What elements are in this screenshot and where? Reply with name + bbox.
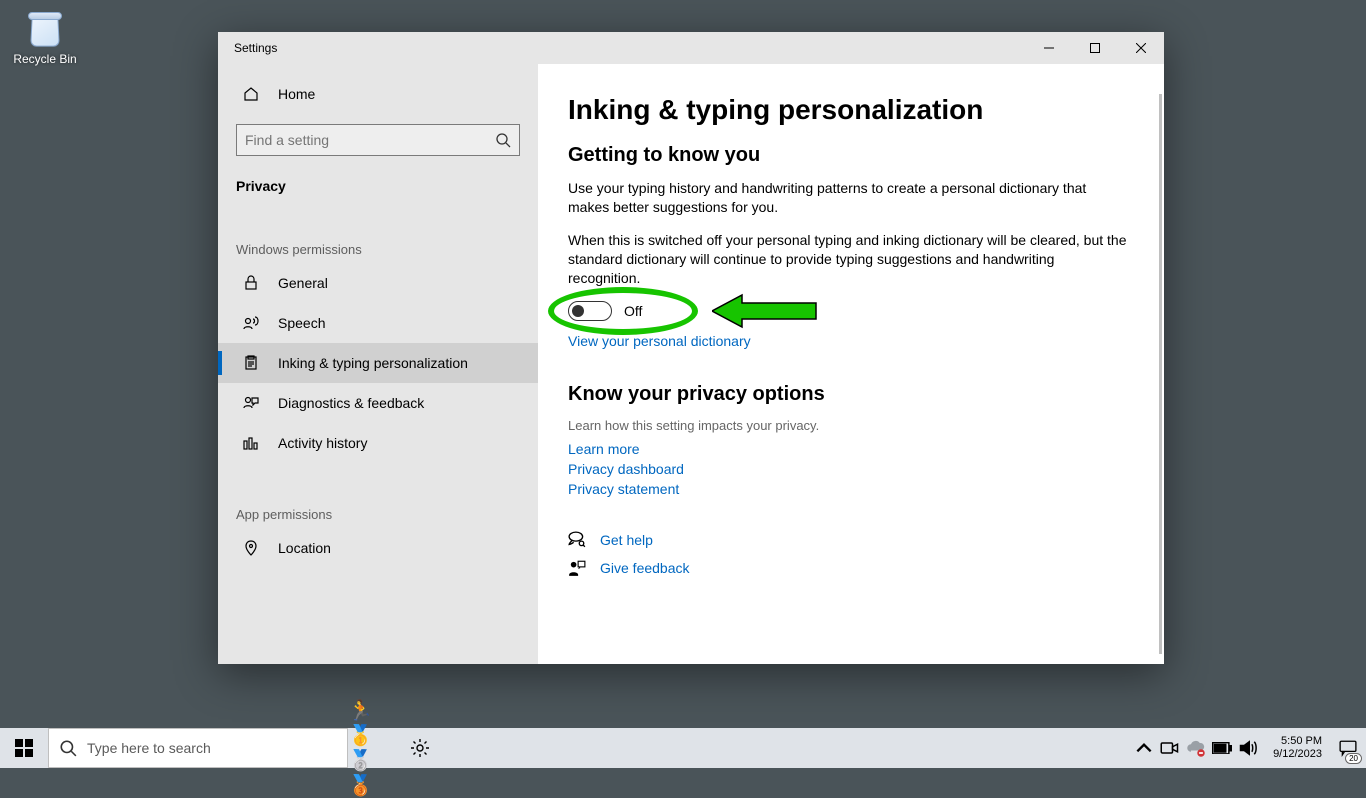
learn-more-link[interactable]: Learn more (568, 441, 1134, 457)
privacy-statement-link[interactable]: Privacy statement (568, 481, 1134, 497)
sidebar-item-label: Activity history (278, 435, 367, 451)
sidebar-item-speech[interactable]: Speech (218, 303, 538, 343)
sidebar-item-label: Diagnostics & feedback (278, 395, 424, 411)
clock-time: 5:50 PM (1273, 735, 1322, 748)
window-title: Settings (218, 41, 277, 55)
search-icon (495, 132, 511, 148)
sidebar-group-windows-permissions: Windows permissions (218, 224, 538, 263)
section-paragraph: When this is switched off your personal … (568, 231, 1128, 288)
section-description: Learn how this setting impacts your priv… (568, 418, 1134, 433)
tray-meet-now-icon[interactable] (1160, 738, 1180, 758)
taskbar-app-settings[interactable] (396, 728, 444, 768)
taskbar-search[interactable]: Type here to search (48, 728, 348, 768)
windows-logo-icon (15, 739, 33, 757)
titlebar[interactable]: Settings (218, 32, 1164, 64)
tray-volume-icon[interactable] (1238, 738, 1258, 758)
sidebar-category: Privacy (218, 166, 538, 198)
taskbar: Type here to search 🏃🥇🥈🥉 5:50 PM 9/12/20… (0, 728, 1366, 768)
get-help-row[interactable]: Get help (568, 531, 1134, 549)
toggle-state-label: Off (624, 303, 642, 319)
location-icon (242, 539, 260, 557)
sidebar-home[interactable]: Home (218, 74, 538, 114)
tray-battery-icon[interactable] (1212, 738, 1232, 758)
sidebar-item-activity-history[interactable]: Activity history (218, 423, 538, 463)
recycle-bin-icon (25, 8, 65, 48)
sidebar-item-label: Speech (278, 315, 325, 331)
settings-window: Settings Home Privac (218, 32, 1164, 664)
speech-icon (242, 314, 260, 332)
close-button[interactable] (1118, 32, 1164, 64)
action-center-button[interactable]: 20 (1330, 728, 1366, 768)
search-icon (59, 739, 77, 757)
sidebar-group-app-permissions: App permissions (218, 489, 538, 528)
sidebar-item-inking-typing[interactable]: Inking & typing personalization (218, 343, 538, 383)
feedback-icon (242, 394, 260, 412)
sidebar-item-general[interactable]: General (218, 263, 538, 303)
toggle-knob (572, 305, 584, 317)
sidebar-item-diagnostics[interactable]: Diagnostics & feedback (218, 383, 538, 423)
settings-sidebar: Home Privacy Windows permissions General (218, 64, 538, 664)
sidebar-search[interactable] (236, 124, 520, 156)
clipboard-icon (242, 354, 260, 372)
taskbar-clock[interactable]: 5:50 PM 9/12/2023 (1265, 728, 1330, 768)
tray-onedrive-icon[interactable] (1186, 738, 1206, 758)
start-button[interactable] (0, 728, 48, 768)
page-title: Inking & typing personalization (568, 94, 1134, 126)
sidebar-search-input[interactable] (245, 132, 495, 148)
settings-content: Inking & typing personalization Getting … (538, 64, 1164, 664)
tray-chevron-icon[interactable] (1134, 738, 1154, 758)
sidebar-item-label: Location (278, 540, 331, 556)
section-heading-privacy-options: Know your privacy options (568, 383, 1134, 406)
recycle-bin-label: Recycle Bin (8, 52, 82, 66)
taskbar-search-placeholder: Type here to search (87, 740, 211, 756)
view-personal-dictionary-link[interactable]: View your personal dictionary (568, 333, 1134, 349)
sidebar-item-label: Inking & typing personalization (278, 355, 468, 371)
system-tray[interactable] (1127, 728, 1265, 768)
lock-icon (242, 274, 260, 292)
section-heading-getting-to-know-you: Getting to know you (568, 144, 1134, 167)
scrollbar[interactable] (1159, 94, 1162, 654)
gear-icon (410, 738, 430, 758)
minimize-button[interactable] (1026, 32, 1072, 64)
personalization-toggle[interactable] (568, 301, 612, 321)
give-feedback-link[interactable]: Give feedback (600, 560, 690, 576)
privacy-dashboard-link[interactable]: Privacy dashboard (568, 461, 1134, 477)
section-paragraph: Use your typing history and handwriting … (568, 179, 1128, 217)
feedback-person-icon (568, 559, 586, 577)
search-highlight-icon[interactable]: 🏃🥇🥈🥉 (348, 728, 396, 768)
maximize-button[interactable] (1072, 32, 1118, 64)
sidebar-item-location[interactable]: Location (218, 528, 538, 568)
get-help-link[interactable]: Get help (600, 532, 653, 548)
activity-icon (242, 434, 260, 452)
give-feedback-row[interactable]: Give feedback (568, 559, 1134, 577)
sidebar-item-label: General (278, 275, 328, 291)
notification-count-badge: 20 (1345, 753, 1362, 764)
clock-date: 9/12/2023 (1273, 748, 1322, 761)
annotation-arrow (712, 293, 822, 329)
sidebar-home-label: Home (278, 86, 315, 102)
help-icon (568, 531, 586, 549)
home-icon (242, 85, 260, 103)
recycle-bin[interactable]: Recycle Bin (8, 8, 82, 66)
